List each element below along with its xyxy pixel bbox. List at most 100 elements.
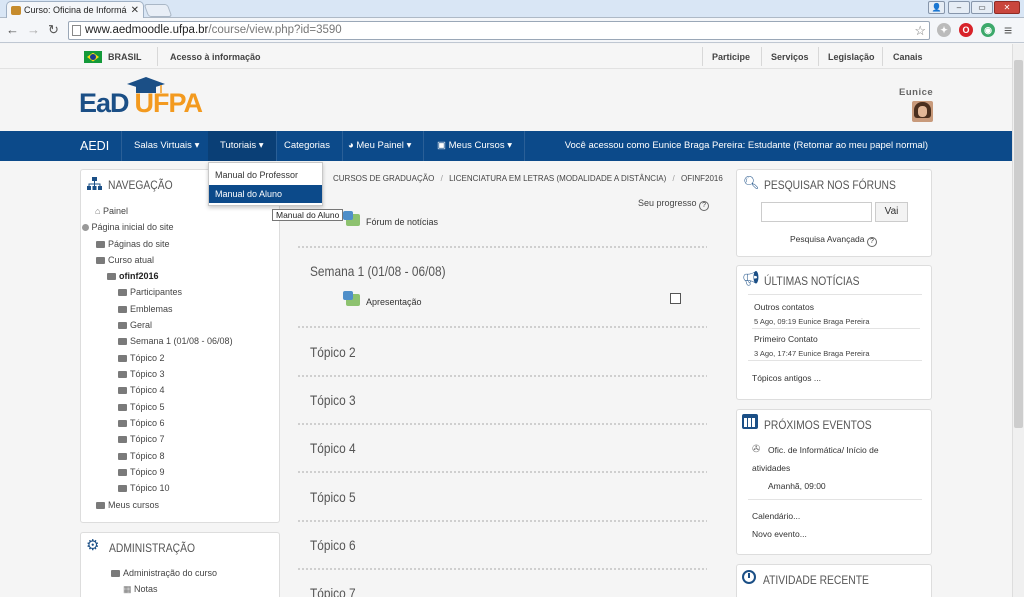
news-item-title[interactable]: Primeiro Contato — [754, 334, 818, 344]
gov-link-legislacao[interactable]: Legislação — [828, 52, 875, 62]
nav-label: Páginas do site — [108, 239, 170, 249]
user-name[interactable]: Eunice — [899, 87, 933, 98]
nav-pagina-inicial[interactable]: Página inicial do site — [82, 222, 174, 232]
logo-ead: EaD — [79, 88, 130, 118]
nav-salas-virtuais[interactable]: Salas Virtuais ▾ — [122, 131, 213, 161]
progress-label: Seu progresso ? — [638, 198, 710, 211]
older-topics-link[interactable]: Tópicos antigos ... — [752, 373, 821, 383]
web-page: BRASIL Acesso à informação Participe Ser… — [0, 44, 1012, 597]
advanced-search-link[interactable]: Pesquisa Avançada ? — [790, 234, 877, 247]
nav-label: Tópico 3 — [130, 369, 165, 379]
dropdown-manual-professor[interactable]: Manual do Professor — [209, 166, 322, 184]
extension-green-icon[interactable]: ◉ — [981, 23, 995, 37]
nav-label: Tópico 5 — [130, 402, 165, 412]
folder-icon — [118, 387, 127, 394]
extension-puzzle-icon[interactable]: ✦ — [937, 23, 951, 37]
tooltip: Manual do Aluno — [272, 209, 344, 221]
forum-search-input[interactable] — [761, 202, 872, 222]
gov-country[interactable]: BRASIL — [108, 52, 142, 62]
gov-link-canais[interactable]: Canais — [893, 52, 923, 62]
administration-title: ADMINISTRAÇÃO — [109, 541, 196, 555]
calendar-link[interactable]: Calendário... — [752, 511, 800, 521]
admin-notas-link[interactable]: ▦ Notas — [123, 584, 158, 595]
section-divider — [297, 325, 707, 329]
admin-label: Administração do curso — [123, 568, 218, 578]
brazil-flag-icon[interactable] — [84, 51, 102, 63]
nav-meu-painel[interactable]: ◕ Meu Painel ▾ — [336, 131, 425, 161]
nav-topico-8[interactable]: Tópico 8 — [118, 451, 165, 461]
menu-icon[interactable]: ≡ — [1004, 22, 1012, 38]
help-icon[interactable]: ? — [699, 201, 710, 211]
nav-paginas-site[interactable]: Páginas do site — [96, 239, 170, 249]
avatar[interactable] — [912, 101, 933, 122]
apresentacao-link[interactable]: Apresentação — [366, 297, 422, 307]
close-window-button[interactable]: ✕ — [994, 1, 1020, 14]
nav-topico-2[interactable]: Tópico 2 — [118, 353, 165, 363]
breadcrumb-item[interactable]: LICENCIATURA EM LETRAS (MODALIDADE A DIS… — [449, 174, 666, 183]
event-title-line2[interactable]: atividades — [752, 463, 790, 473]
reload-icon[interactable]: ↻ — [48, 22, 59, 38]
bookmark-star-icon[interactable]: ☆ — [914, 22, 926, 39]
divider — [702, 47, 703, 66]
nav-emblemas[interactable]: Emblemas — [118, 304, 173, 314]
address-bar[interactable]: www.aedmoodle.ufpa.br/course/view.php?id… — [68, 21, 930, 40]
nav-topico-9[interactable]: Tópico 9 — [118, 467, 165, 477]
breadcrumb-item[interactable]: CURSOS DE GRADUAÇÃO — [333, 174, 434, 183]
nav-curso-ofinf2016[interactable]: ofinf2016 — [107, 271, 159, 281]
new-tab-button[interactable] — [143, 4, 173, 17]
folder-icon — [118, 355, 127, 362]
nav-topico-3[interactable]: Tópico 3 — [118, 369, 165, 379]
nav-label: Tópico 8 — [130, 451, 165, 461]
nav-semana-1[interactable]: Semana 1 (01/08 - 06/08) — [118, 336, 233, 346]
nav-participantes[interactable]: Participantes — [118, 287, 182, 297]
news-item-title[interactable]: Outros contatos — [754, 302, 814, 312]
gov-link-participe[interactable]: Participe — [712, 52, 750, 62]
user-icon[interactable]: 👤 — [928, 1, 945, 14]
nav-label: Painel — [102, 206, 128, 216]
nav-painel[interactable]: ⌂ Painel — [95, 206, 128, 216]
forward-arrow-icon[interactable]: → — [27, 22, 40, 38]
nav-meus-cursos[interactable]: ▣ Meus Cursos ▾ — [425, 131, 526, 161]
maximize-button[interactable]: ▭ — [971, 1, 993, 14]
browser-tab[interactable]: Curso: Oficina de Informá ✕ — [6, 1, 144, 18]
search-icon: 🔍︎ — [743, 175, 760, 190]
completion-checkbox[interactable] — [670, 293, 681, 304]
caret-down-icon: ▾ — [194, 140, 200, 151]
opera-icon[interactable]: O — [959, 23, 973, 37]
page-icon — [72, 25, 81, 36]
event-title-line1[interactable]: Ofic. de Informática/ Início de — [768, 445, 879, 455]
access-info-link[interactable]: Acesso à informação — [170, 52, 261, 62]
section-topico-7: Tópico 7 — [310, 585, 356, 597]
help-icon[interactable]: ? — [866, 237, 877, 247]
nav-topico-5[interactable]: Tópico 5 — [118, 402, 165, 412]
site-logo[interactable]: EaD UFPA — [79, 88, 203, 119]
nav-categorias[interactable]: Categorias — [272, 131, 343, 161]
role-notice[interactable]: Você acessou como Eunice Braga Pereira: … — [565, 131, 928, 161]
clock-icon — [742, 570, 756, 584]
nav-label: Curso atual — [108, 255, 155, 265]
back-arrow-icon[interactable]: ← — [6, 22, 19, 38]
section-divider — [297, 245, 707, 249]
nav-geral[interactable]: Geral — [118, 320, 152, 330]
table-icon: ▦ — [123, 584, 132, 594]
gov-link-servicos[interactable]: Serviços — [771, 52, 809, 62]
close-tab-icon[interactable]: ✕ — [131, 5, 139, 16]
new-event-link[interactable]: Novo evento... — [752, 529, 807, 539]
nav-tutoriais[interactable]: Tutoriais ▾ — [208, 131, 277, 161]
nav-topico-7[interactable]: Tópico 7 — [118, 434, 165, 444]
dropdown-manual-aluno[interactable]: Manual do Aluno — [209, 185, 322, 203]
nav-topico-6[interactable]: Tópico 6 — [118, 418, 165, 428]
nav-curso-atual[interactable]: Curso atual — [96, 255, 154, 265]
breadcrumb-item[interactable]: OFINF2016 — [681, 174, 723, 183]
nav-topico-4[interactable]: Tópico 4 — [118, 385, 165, 395]
forum-noticias-link[interactable]: Fórum de notícias — [366, 217, 438, 227]
forum-search-button[interactable]: Vai — [875, 202, 908, 222]
minimize-button[interactable]: – — [948, 1, 970, 14]
admin-curso-link[interactable]: Administração do curso — [111, 568, 217, 578]
nav-meus-cursos[interactable]: Meus cursos — [96, 500, 159, 510]
section-topico-4: Tópico 4 — [310, 440, 356, 456]
nav-topico-10[interactable]: Tópico 10 — [118, 483, 170, 493]
brand-link[interactable]: AEDI — [68, 131, 123, 161]
home-icon: ⌂ — [95, 206, 101, 216]
scrollbar-thumb[interactable] — [1014, 60, 1023, 428]
